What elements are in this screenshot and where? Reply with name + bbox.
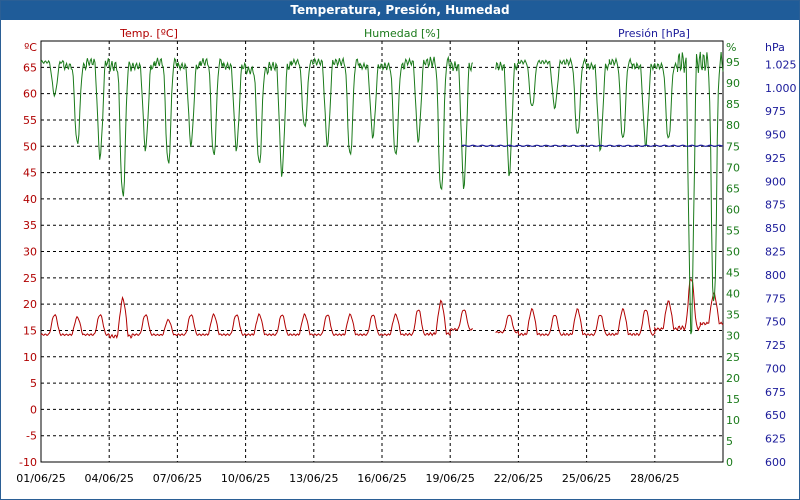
pressure-tick-label: 700 (765, 362, 786, 375)
temperature-axis-title: Temp. [ºC] (119, 27, 178, 40)
pressure-tick-label: 650 (765, 409, 786, 422)
humidity-tick-label: 15 (726, 393, 740, 406)
pressure-tick-label: 775 (765, 292, 786, 305)
humidity-tick-label: 65 (726, 182, 740, 195)
pressure-tick-label: 825 (765, 246, 786, 259)
humidity-tick-label: 45 (726, 267, 740, 280)
pressure-tick-label: 850 (765, 222, 786, 235)
humidity-tick-label: 80 (726, 119, 740, 132)
humidity-tick-label: 95 (726, 56, 740, 69)
humidity-tick-label: 5 (726, 435, 733, 448)
humidity-tick-label: 35 (726, 309, 740, 322)
date-tick-label: 13/06/25 (289, 472, 338, 485)
pressure-tick-label: 925 (765, 152, 786, 165)
date-tick-label: 04/06/25 (84, 472, 133, 485)
temperature-tick-label: 10 (23, 351, 37, 364)
temperature-tick-label: 40 (23, 193, 37, 206)
humidity-tick-label: 75 (726, 140, 740, 153)
temperature-tick-label: 50 (23, 140, 37, 153)
humidity-tick-label: 20 (726, 372, 740, 385)
pressure-unit-label: hPa (765, 41, 785, 54)
temperature-tick-label: -5 (26, 430, 37, 443)
humidity-tick-label: 85 (726, 98, 740, 111)
date-tick-label: 28/06/25 (630, 472, 679, 485)
humidity-tick-label: 50 (726, 246, 740, 259)
temperature-tick-label: 65 (23, 61, 37, 74)
pressure-tick-label: 1.000 (765, 82, 797, 95)
date-tick-label: 25/06/25 (562, 472, 611, 485)
temperature-unit-label: ºC (24, 41, 37, 54)
pressure-tick-label: 750 (765, 316, 786, 329)
temperature-tick-label: 25 (23, 272, 37, 285)
humidity-tick-label: 60 (726, 203, 740, 216)
temperature-tick-label: 20 (23, 298, 37, 311)
humidity-tick-label: 10 (726, 414, 740, 427)
date-tick-label: 19/06/25 (425, 472, 474, 485)
pressure-tick-label: 675 (765, 386, 786, 399)
date-tick-label: 22/06/25 (494, 472, 543, 485)
pressure-axis-title: Presión [hPa] (618, 27, 690, 40)
temperature-tick-label: -10 (19, 456, 37, 469)
chart-canvas: -10 -5 0 5 10 15 20 25 30 35 40 45 50 55 60 65 0 5 10 15 20… (16, 27, 797, 485)
date-axis-ticks: 01/06/25 04/06/25 07/06/25 10/06/25 13/06/25… (16, 472, 679, 485)
date-tick-label: 16/06/25 (357, 472, 406, 485)
humidity-axis-ticks: 0 5 10 15 20 25 30 35 40 45 50 55 60 65 70 75 80 85 90 95 (726, 56, 740, 469)
pressure-tick-label: 875 (765, 199, 786, 212)
temperature-tick-label: 55 (23, 114, 37, 127)
pressure-tick-label: 600 (765, 456, 786, 469)
date-tick-label: 07/06/25 (153, 472, 202, 485)
pressure-tick-label: 1.025 (765, 58, 797, 71)
temperature-axis-ticks: -10 -5 0 5 10 15 20 25 30 35 40 45 50 55 60 65 (19, 61, 37, 469)
date-tick-label: 10/06/25 (221, 472, 270, 485)
humidity-tick-label: 30 (726, 330, 740, 343)
chart-window: Temperatura, Presión, Humedad -10 -5 0 5 10 1… (0, 0, 800, 500)
pressure-tick-label: 950 (765, 129, 786, 142)
date-tick-label: 01/06/25 (16, 472, 65, 485)
humidity-tick-label: 0 (726, 456, 733, 469)
temperature-tick-label: 30 (23, 246, 37, 259)
pressure-tick-label: 725 (765, 339, 786, 352)
humidity-tick-label: 55 (726, 224, 740, 237)
humidity-tick-label: 70 (726, 161, 740, 174)
temperature-tick-label: 35 (23, 219, 37, 232)
pressure-tick-label: 625 (765, 433, 786, 446)
humidity-tick-label: 25 (726, 351, 740, 364)
pressure-tick-label: 975 (765, 105, 786, 118)
temperature-tick-label: 5 (30, 377, 37, 390)
pressure-tick-label: 900 (765, 175, 786, 188)
temperature-tick-label: 0 (30, 403, 37, 416)
pressure-axis-ticks: 600 625 650 675 700 725 750 775 800 825 850 875 900 9… (765, 58, 797, 469)
pressure-tick-label: 800 (765, 269, 786, 282)
humidity-axis-title: Humedad [%] (364, 27, 440, 40)
humidity-unit-label: % (726, 41, 736, 54)
temperature-tick-label: 15 (23, 324, 37, 337)
humidity-tick-label: 90 (726, 77, 740, 90)
temperature-tick-label: 45 (23, 167, 37, 180)
temperature-tick-label: 60 (23, 88, 37, 101)
humidity-tick-label: 40 (726, 288, 740, 301)
